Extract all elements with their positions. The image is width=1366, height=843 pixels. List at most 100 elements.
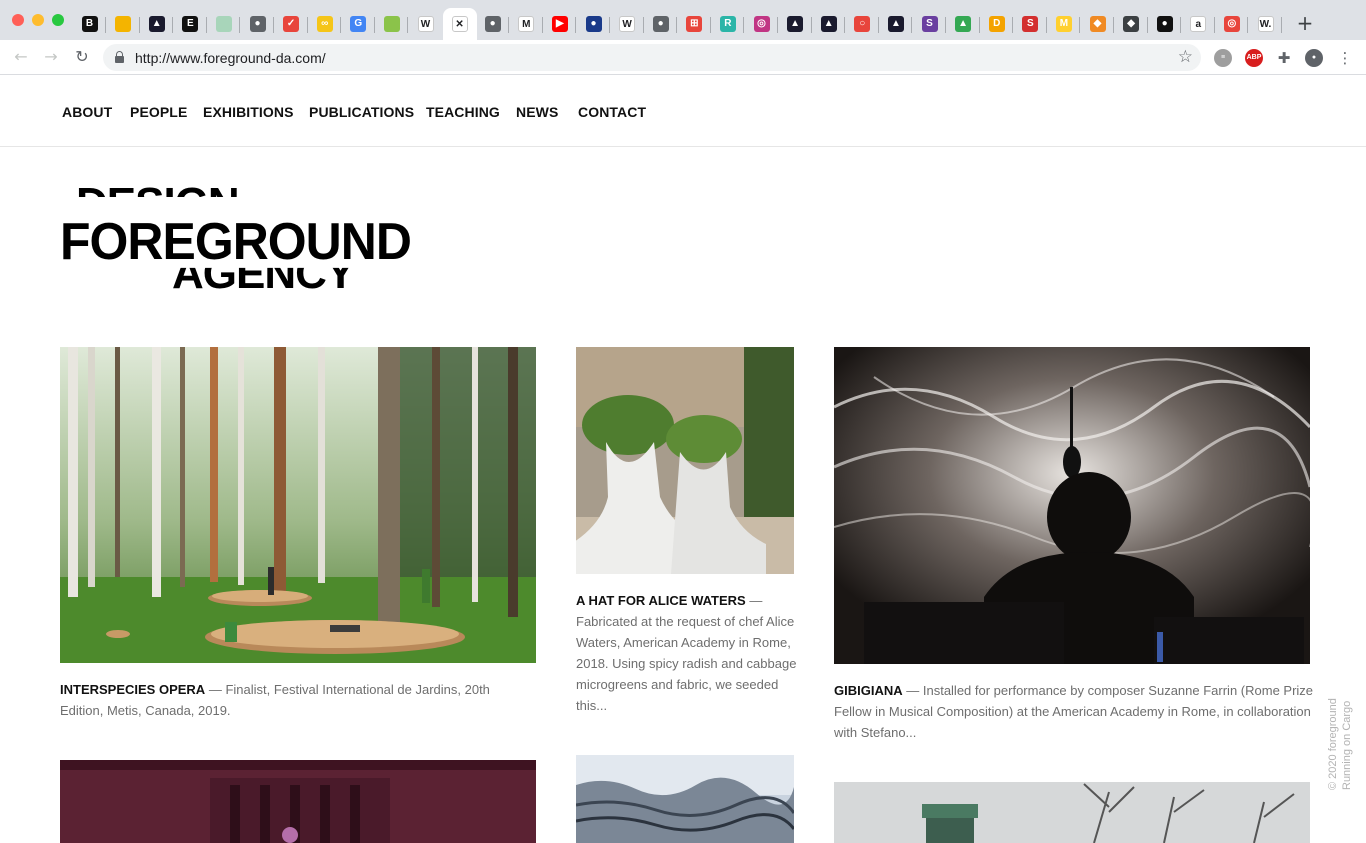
mannequin-hats-image (576, 347, 794, 574)
light-performance-image (834, 347, 1310, 664)
browser-tab[interactable]: ● (241, 8, 274, 40)
project-image-interspecies-opera[interactable] (60, 347, 536, 663)
browser-tab[interactable]: S (913, 8, 946, 40)
arch-icon: ▲ (820, 16, 837, 32)
winter-trees-image (834, 782, 1310, 843)
puzzle-icon[interactable]: ✚ (1275, 49, 1293, 67)
browser-tab[interactable]: B (73, 8, 106, 40)
project-title[interactable]: GIBIGIANA (834, 683, 903, 698)
sphere-icon: ● (585, 16, 602, 32)
logo-line-foreground: FOREGROUND (60, 213, 412, 271)
forest-image (60, 347, 536, 663)
browser-tab[interactable]: ○ (846, 8, 879, 40)
nav-news[interactable]: NEWS (516, 104, 558, 120)
browser-tab[interactable]: R (711, 8, 745, 40)
browser-tab[interactable]: ● (577, 8, 610, 40)
browser-tab[interactable]: W (409, 8, 442, 40)
project-image-hat-for-alice-waters[interactable] (576, 347, 794, 574)
nav-exhibitions[interactable]: EXHIBITIONS (203, 104, 294, 120)
browser-tab[interactable]: M (1047, 8, 1081, 40)
project-caption-gibigiana: GIBIGIANA — Installed for performance by… (834, 680, 1314, 743)
amazon-icon: a (1190, 16, 1207, 32)
browser-tab[interactable]: ▲ (879, 8, 913, 40)
bookmark-star-icon[interactable]: ☆ (1178, 47, 1193, 67)
project-title[interactable]: INTERSPECIES OPERA (60, 682, 205, 697)
browser-tab[interactable]: G (342, 8, 375, 40)
browser-tab[interactable]: ● (644, 8, 678, 40)
forward-arrow-icon[interactable]: → (40, 46, 62, 68)
nav-teaching[interactable]: TEACHING (426, 104, 500, 120)
project-image-row2-left[interactable] (60, 760, 536, 843)
menu-dots-icon[interactable]: ⋮ (1336, 49, 1354, 67)
browser-tab[interactable]: ▲ (779, 8, 812, 40)
globe-icon: ● (652, 16, 669, 32)
close-icon[interactable]: ✕ (451, 16, 468, 32)
fullscreen-window-button[interactable] (52, 14, 64, 26)
browser-tab[interactable] (207, 8, 241, 40)
footer-cargo-credit[interactable]: Running on Cargo (1340, 698, 1354, 790)
ring-icon: ○ (854, 16, 871, 32)
reload-icon[interactable]: ↻ (71, 46, 93, 68)
browser-tab[interactable]: ✕ (442, 8, 477, 40)
tab-separator (1281, 17, 1282, 33)
browser-tab[interactable]: ∞ (308, 8, 342, 40)
browser-tab[interactable]: ● (1148, 8, 1182, 40)
browser-tab[interactable]: ▲ (947, 8, 980, 40)
browser-tab[interactable]: ▶ (543, 8, 577, 40)
browser-tab[interactable]: ✓ (275, 8, 308, 40)
project-image-row2-middle[interactable] (576, 755, 794, 843)
target-icon: ◎ (1223, 16, 1240, 32)
nav-people[interactable]: PEOPLE (130, 104, 187, 120)
browser-tab[interactable]: D (980, 8, 1014, 40)
stack-icon[interactable]: ≡ (1214, 49, 1232, 67)
footer-copyright: © 2020 foreground (1327, 698, 1339, 790)
project-caption-hat-for-alice-waters: A HAT FOR ALICE WATERS — Fabricated at t… (576, 590, 798, 716)
browser-tab[interactable]: ◎ (745, 8, 778, 40)
nav-publications[interactable]: PUBLICATIONS (309, 104, 414, 120)
grid-icon: ⊞ (686, 16, 703, 32)
nav-contact[interactable]: CONTACT (578, 104, 646, 120)
diamond-icon: ◆ (1123, 16, 1140, 32)
site-logo[interactable]: DESIGN FOREGROUND AGENCY (60, 182, 464, 298)
browser-tab[interactable] (107, 8, 140, 40)
browser-tab[interactable]: ◆ (1115, 8, 1148, 40)
project-title[interactable]: A HAT FOR ALICE WATERS (576, 593, 746, 608)
w-icon: W. (1257, 16, 1274, 32)
black-circle-icon: ● (1156, 16, 1173, 32)
browser-tab[interactable] (375, 8, 409, 40)
wikipedia-icon: W (619, 16, 636, 32)
youtube-icon: ▶ (551, 16, 568, 32)
caption-dash: — (205, 682, 226, 697)
address-bar-url[interactable]: http://www.foreground-da.com/ (135, 50, 326, 66)
back-arrow-icon[interactable]: ← (10, 46, 32, 68)
browser-tab[interactable]: a (1182, 8, 1215, 40)
e-icon: E (182, 16, 199, 32)
close-window-button[interactable] (12, 14, 24, 26)
browser-tab[interactable]: M (510, 8, 543, 40)
adblock-icon[interactable]: ABP (1245, 49, 1263, 67)
browser-tab[interactable]: W (611, 8, 644, 40)
sheet-icon (215, 16, 232, 32)
browser-tab[interactable]: E (174, 8, 207, 40)
tab-strip: B ▲ E ● ✓ ∞ G W ✕ ● M ▶ ● W ● ⊞ R ◎ ▲ ▲ ○ ▲ S ▲ D S M ◆ ◆ ● a ◎ W. + (0, 0, 1366, 40)
nav-about[interactable]: ABOUT (62, 104, 112, 120)
profile-icon[interactable]: ● (1305, 49, 1323, 67)
browser-tab[interactable]: ◆ (1081, 8, 1114, 40)
browser-tab[interactable]: S (1014, 8, 1047, 40)
project-image-gibigiana[interactable] (834, 347, 1310, 664)
project-image-row2-right[interactable] (834, 782, 1310, 843)
browser-tab[interactable]: ● (476, 8, 510, 40)
browser-tab[interactable]: ▲ (812, 8, 846, 40)
browser-tab[interactable]: ◎ (1215, 8, 1249, 40)
new-tab-button[interactable]: + (1294, 12, 1316, 34)
browser-tab[interactable]: ⊞ (678, 8, 711, 40)
browser-tab[interactable]: ▲ (140, 8, 174, 40)
instagram-icon: ◎ (753, 16, 770, 32)
arch-icon: ▲ (787, 16, 804, 32)
caption-dash: — (745, 593, 763, 608)
lock-icon[interactable] (115, 51, 124, 63)
address-bar[interactable]: http://www.foreground-da.com/ ☆ (103, 44, 1201, 71)
browser-tab[interactable]: W. (1249, 8, 1282, 40)
minimize-window-button[interactable] (32, 14, 44, 26)
google-icon: G (350, 16, 367, 32)
